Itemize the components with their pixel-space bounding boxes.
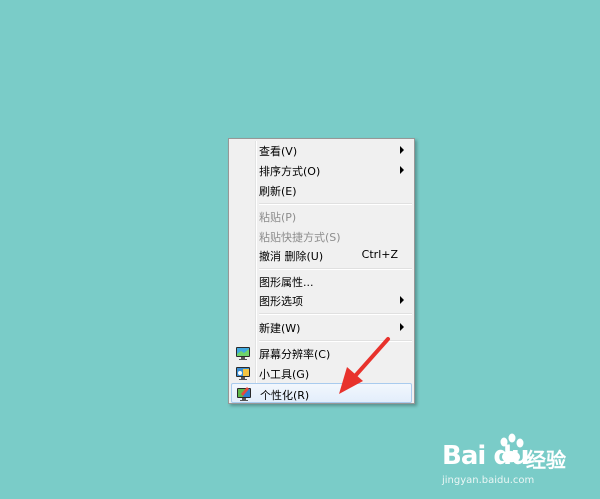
baidu-jingyan-watermark: Bai du 经验 jingyan.baidu.com	[434, 431, 584, 491]
watermark-url: jingyan.baidu.com	[442, 475, 535, 486]
watermark-brand: 经验	[526, 448, 566, 472]
paw-icon	[500, 433, 524, 463]
desktop[interactable]: 查看(V) 排序方式(O) 刷新(E) 粘贴(P) 粘贴快捷方式(S) 撤消 删…	[0, 0, 600, 499]
red-arrow-icon	[339, 337, 390, 394]
